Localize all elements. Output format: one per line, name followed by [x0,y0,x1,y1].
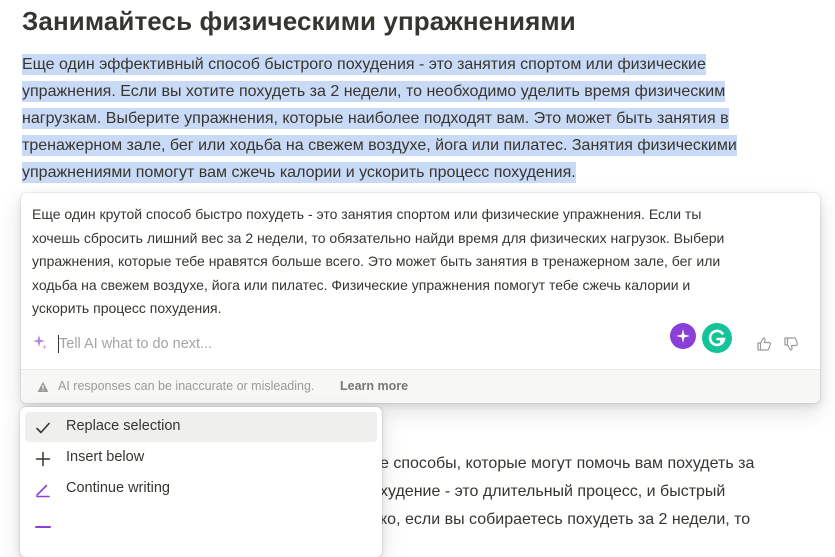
ai-assistant-button[interactable] [670,323,696,349]
lines-icon [35,526,51,528]
ai-disclaimer-footer: AI responses can be inaccurate or mislea… [21,369,820,403]
plus-icon [35,451,51,467]
ai-result-line: Еще один крутой способ быстро похудеть -… [32,206,702,222]
thumbs-down-icon[interactable] [783,336,799,352]
paragraph-line: упражнения. Если вы хотите похудеть за 2… [22,81,726,102]
ai-result-text: Еще один крутой способ быстро похудеть -… [32,203,807,321]
ai-disclaimer-text: AI responses can be inaccurate or mislea… [58,379,315,393]
ai-prompt-input[interactable] [59,332,639,356]
ai-result-line: упражнения, которые тебе нравятся больше… [32,253,721,269]
grammarly-icon [708,329,726,347]
selected-paragraph[interactable]: Еще один эффективный способ быстрого пох… [22,51,822,186]
grammarly-button[interactable] [702,323,732,353]
check-icon [36,422,50,434]
sparkle-icon [33,335,47,350]
menu-item-label: Replace selection [66,418,181,434]
warning-icon [37,381,49,392]
background-paragraph: е способы, которые могут помочь вам поху… [380,450,754,534]
paragraph-line: тренажерном зале, бег или ходьба на свеж… [22,135,737,156]
menu-item-partial[interactable] [25,505,377,535]
background-line: ко, если вы собираетесь похудеть за 2 не… [380,511,751,528]
menu-item-label: Continue writing [66,480,170,496]
ai-action-menu: Replace selection Insert below Continue … [20,407,382,557]
ai-result-line: ускорить процесс похудения. [32,300,222,316]
menu-item-continue-writing[interactable]: Continue writing [25,474,377,504]
thumbs-up-icon[interactable] [756,336,772,352]
background-line: худение - это длительный процесс, и быст… [380,483,726,500]
menu-item-label: Insert below [66,449,145,465]
paragraph-line: упражнениями помогут вам сжечь калории и… [22,162,576,183]
menu-item-insert-below[interactable]: Insert below [25,443,377,473]
ai-response-panel: Еще один крутой способ быстро похудеть -… [21,193,820,403]
page-heading: Занимайтесь физическими упражнениями [22,6,576,36]
paragraph-line: нагрузкам. Выберите упражнения, которые … [22,108,729,129]
menu-item-replace-selection[interactable]: Replace selection [25,412,377,442]
sparkle-icon [676,329,690,343]
background-line: е способы, которые могут помочь вам поху… [380,455,755,472]
ai-result-line: хочешь сбросить лишний вес за 2 недели, … [32,229,725,246]
ai-result-line: ходьба на свежем воздухе, йога или пилат… [32,276,691,293]
pen-icon [36,484,50,498]
paragraph-line: Еще один эффективный способ быстрого пох… [22,54,706,75]
learn-more-link[interactable]: Learn more [340,379,408,393]
